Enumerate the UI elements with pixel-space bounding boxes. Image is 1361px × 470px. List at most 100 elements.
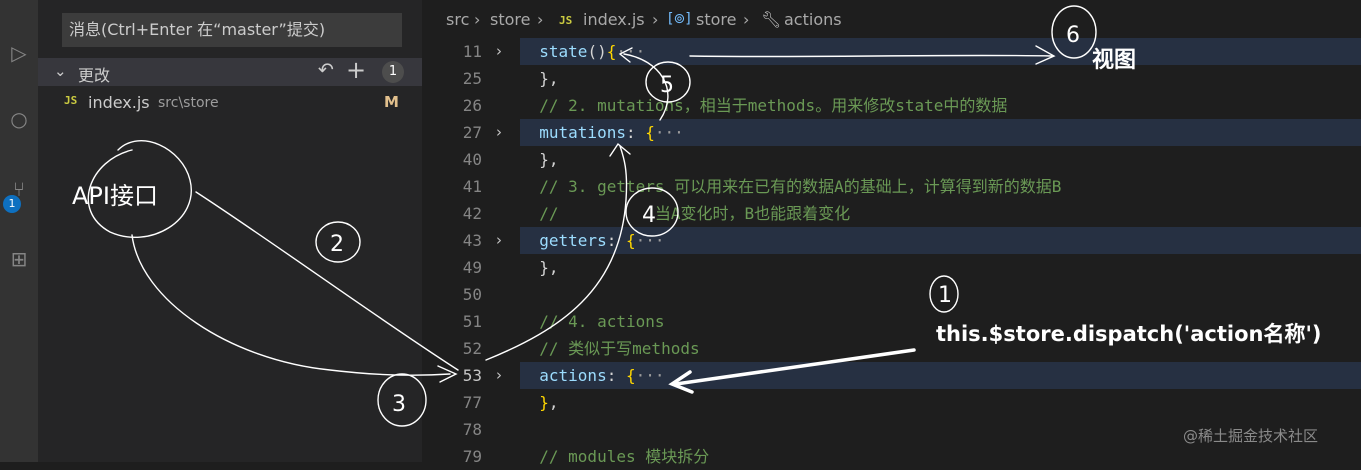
search-icon[interactable]: ○	[0, 104, 38, 134]
line-number: 43	[462, 231, 482, 250]
run-debug-icon[interactable]: ▷	[0, 38, 38, 68]
modified-status-badge: M	[384, 93, 399, 111]
chevron-right-icon: ›	[743, 10, 750, 29]
view-label: 视图	[1092, 48, 1137, 73]
changes-count-badge: 1	[382, 61, 404, 83]
line-number: 78	[462, 420, 482, 439]
chevron-right-icon: ›	[537, 10, 544, 29]
code-token: {	[625, 231, 636, 250]
code-token: {	[625, 366, 636, 385]
code-comment: // 类似于写methods	[520, 339, 700, 358]
watermark: @稀土掘金技术社区	[1183, 427, 1319, 445]
code-token: (	[587, 42, 598, 61]
line-number: 53	[462, 366, 482, 385]
fold-chevron-icon[interactable]: ›	[496, 227, 502, 254]
code-line[interactable]: // 当A变化时，B也能跟着变化	[520, 200, 1361, 227]
line-number: 41	[462, 177, 482, 196]
code-token: mutations	[539, 123, 626, 142]
variable-symbol-icon: [⊚]	[668, 11, 691, 27]
breadcrumb-item-src[interactable]: src	[446, 10, 469, 29]
fold-chevron-icon[interactable]: ›	[496, 362, 502, 389]
editor-gutter: 11 › 25 26 27 › 40 41 42 43 › 49 50 51 52 53 › 77 78 79	[422, 38, 522, 466]
changed-file-name: index.js	[88, 93, 150, 112]
source-control-badge: 1	[3, 195, 21, 213]
code-token: :	[625, 123, 646, 142]
line-number: 79	[462, 447, 482, 466]
changes-section-header[interactable]: ⌄ 更改 ↶ + 1	[38, 56, 422, 86]
code-token: {	[645, 123, 655, 142]
code-editor[interactable]: state(){··· }, // 2. mutations，相当于method…	[520, 38, 1361, 466]
line-number: 26	[462, 96, 482, 115]
fold-chevron-icon[interactable]: ›	[496, 119, 502, 146]
breadcrumb-item-store-folder[interactable]: store	[490, 10, 530, 29]
changes-title: 更改	[78, 66, 111, 85]
line-number: 52	[462, 339, 482, 358]
api-interface-label: API接口	[72, 182, 158, 210]
changed-file-item[interactable]: JS index.js src\store M	[38, 90, 422, 116]
dispatch-label: this.$store.dispatch('action名称')	[936, 322, 1322, 346]
changed-file-path: src\store	[158, 95, 219, 111]
code-comment: // modules 模块拆分	[520, 447, 710, 466]
breadcrumb-item-file[interactable]: index.js	[583, 10, 645, 29]
wrench-property-icon: 🔧︎	[761, 10, 782, 29]
code-line[interactable]: },	[520, 65, 1361, 92]
code-token: }	[539, 393, 549, 412]
stage-all-changes-icon[interactable]: +	[346, 56, 366, 84]
folded-ellipsis[interactable]: ···	[655, 123, 684, 142]
breadcrumb: src › store › JS index.js › [⊚] store › …	[422, 0, 1361, 38]
code-token: :	[606, 366, 626, 385]
js-file-icon: JS	[64, 94, 78, 107]
code-line[interactable]: // modules 模块拆分	[520, 443, 1361, 470]
code-comment: // 当A变化时，B也能跟着变化	[520, 204, 851, 223]
code-comment: // 3. getters 可以用来在已有的数据A的基础上，计算得到新的数据B	[520, 177, 1062, 196]
line-number: 40	[462, 150, 482, 169]
chevron-right-icon: ›	[652, 10, 659, 29]
folded-ellipsis[interactable]: ···	[636, 231, 665, 250]
code-token: },	[520, 258, 559, 277]
line-number: 77	[462, 393, 482, 412]
code-comment: // 2. mutations，相当于methods。用来修改state中的数据	[520, 96, 1008, 115]
line-number: 11	[462, 42, 482, 61]
folded-ellipsis[interactable]: ···	[636, 366, 665, 385]
code-line[interactable]: state(){···	[520, 38, 1361, 65]
line-number: 51	[462, 312, 482, 331]
discard-all-changes-icon[interactable]: ↶	[318, 59, 334, 81]
line-number: 49	[462, 258, 482, 277]
breadcrumb-item-store-symbol[interactable]: store	[696, 10, 736, 29]
fold-chevron-icon[interactable]: ›	[496, 38, 502, 65]
line-number: 27	[462, 123, 482, 142]
code-line[interactable]: },	[520, 146, 1361, 173]
code-token: )	[597, 42, 607, 61]
code-line[interactable]: // 3. getters 可以用来在已有的数据A的基础上，计算得到新的数据B	[520, 173, 1361, 200]
code-token: state	[539, 42, 588, 61]
code-line[interactable]: // 2. mutations，相当于methods。用来修改state中的数据	[520, 92, 1361, 119]
code-line[interactable]: },	[520, 254, 1361, 281]
folded-ellipsis[interactable]: ···	[616, 42, 645, 61]
code-token: getters	[539, 231, 607, 250]
chevron-right-icon: ›	[474, 10, 481, 29]
code-token: },	[520, 69, 559, 88]
line-number: 42	[462, 204, 482, 223]
code-line[interactable]	[520, 281, 1361, 308]
code-token: actions	[539, 366, 607, 385]
activity-bar: ▷ ○ ⑂ 1 ⊞	[0, 0, 38, 462]
code-line[interactable]: mutations: {···	[520, 119, 1361, 146]
breadcrumb-item-actions[interactable]: actions	[784, 10, 842, 29]
chevron-down-icon[interactable]: ⌄	[54, 62, 67, 80]
code-line[interactable]: },	[520, 389, 1361, 416]
code-token: },	[520, 150, 559, 169]
commit-message-input[interactable]: 消息(Ctrl+Enter 在“master”提交)	[62, 13, 402, 47]
source-control-sidebar: 消息(Ctrl+Enter 在“master”提交) ⌄ 更改 ↶ + 1 JS…	[38, 0, 422, 462]
extensions-icon[interactable]: ⊞	[0, 244, 38, 274]
code-line[interactable]: getters: {···	[520, 227, 1361, 254]
code-line[interactable]: actions: {···	[520, 362, 1361, 389]
code-token: :	[606, 231, 626, 250]
code-token: ,	[548, 393, 559, 412]
line-number: 50	[462, 285, 482, 304]
code-comment: // 4. actions	[520, 312, 665, 331]
